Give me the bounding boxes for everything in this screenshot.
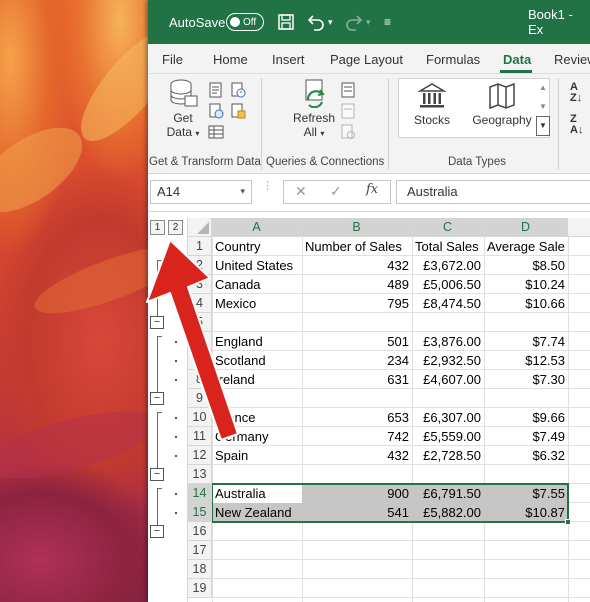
annotation-arrow (146, 239, 239, 441)
arrow-shape (146, 239, 239, 441)
